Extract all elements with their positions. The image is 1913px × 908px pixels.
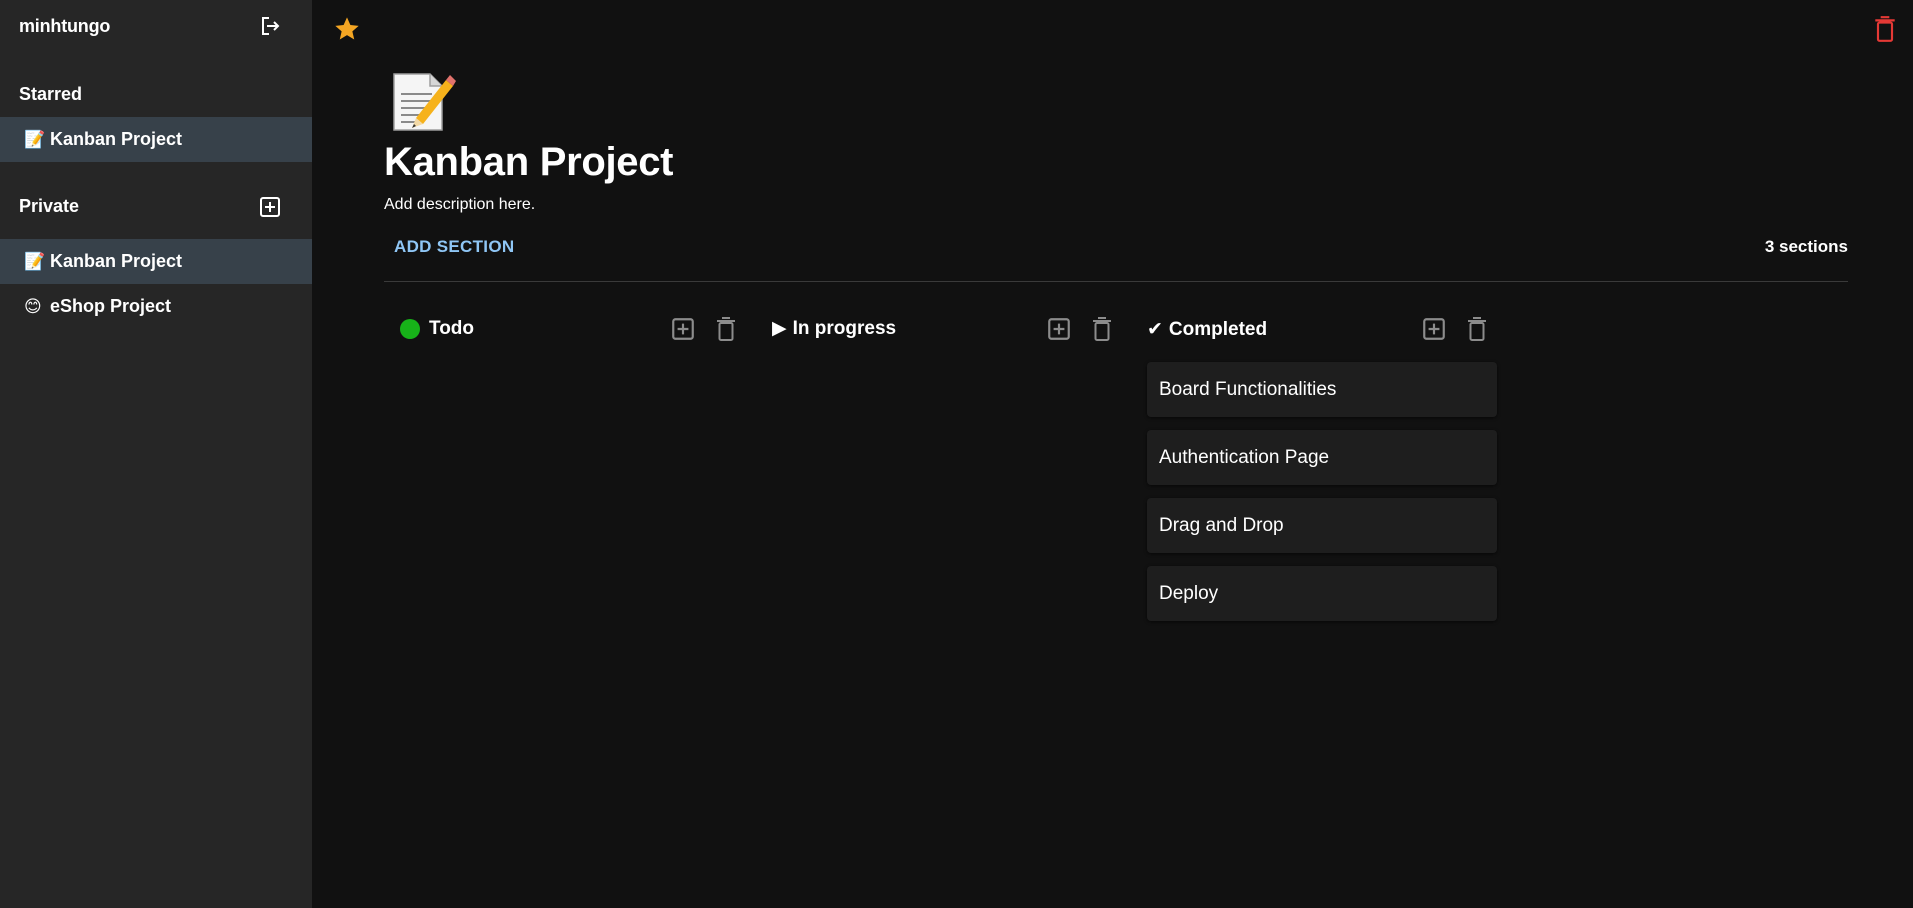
green-dot-icon <box>400 319 420 339</box>
section-title[interactable]: Todo <box>384 318 474 340</box>
board-description[interactable]: Add description here. <box>384 196 535 214</box>
logout-icon[interactable] <box>258 14 282 38</box>
section-header: ▶ In progress <box>772 312 1122 348</box>
task-card[interactable]: Board Functionalities <box>1147 362 1497 417</box>
divider <box>384 281 1848 282</box>
section-completed: ✔ Completed Board Functionalities Authen… <box>1147 312 1497 621</box>
add-page-icon[interactable] <box>258 195 282 219</box>
task-card[interactable]: Authentication Page <box>1147 430 1497 485</box>
section-in-progress: ▶ In progress <box>772 312 1122 348</box>
sidebar-item-label: Kanban Project <box>50 129 183 149</box>
add-task-icon[interactable] <box>1046 316 1072 342</box>
section-title-text: Todo <box>429 318 475 339</box>
section-title-text: Completed <box>1168 318 1268 340</box>
star-icon[interactable] <box>333 15 361 43</box>
sidebar-item-eshop[interactable]: 😊 eShop Project <box>0 284 312 329</box>
add-section-button[interactable]: ADD SECTION <box>384 232 524 262</box>
delete-section-icon[interactable] <box>1465 316 1489 342</box>
board-title[interactable]: Kanban Project <box>384 140 674 185</box>
note-emoji-icon: 📝 <box>24 251 46 272</box>
sidebar: minhtungo Starred 📝 Kanban Project Priva… <box>0 0 312 908</box>
section-header: ✔ Completed <box>1147 312 1497 348</box>
task-card[interactable]: Drag and Drop <box>1147 498 1497 553</box>
section-count: 3 sections <box>1764 237 1848 256</box>
delete-board-icon[interactable] <box>1872 15 1898 43</box>
section-todo: Todo <box>384 312 735 348</box>
private-heading: Private <box>19 196 80 216</box>
sidebar-item-label: Kanban Project <box>50 251 183 271</box>
card-list: Board Functionalities Authentication Pag… <box>1147 362 1497 634</box>
play-icon: ▶ <box>772 318 787 339</box>
sidebar-item-starred-kanban[interactable]: 📝 Kanban Project <box>0 117 312 162</box>
starred-heading: Starred <box>19 84 83 104</box>
user-row: minhtungo <box>0 0 312 54</box>
checkmark-icon: ✔ <box>1147 319 1163 340</box>
add-task-icon[interactable] <box>1421 316 1447 342</box>
section-header: Todo <box>384 312 735 348</box>
board-emoji-icon[interactable] <box>390 68 456 134</box>
app: minhtungo Starred 📝 Kanban Project Priva… <box>0 0 1913 908</box>
section-title[interactable]: ▶ In progress <box>772 317 896 340</box>
sidebar-item-label: eShop Project <box>50 296 172 316</box>
username: minhtungo <box>19 16 111 36</box>
section-title[interactable]: ✔ Completed <box>1147 318 1267 341</box>
add-task-icon[interactable] <box>670 316 696 342</box>
task-card[interactable]: Deploy <box>1147 566 1497 621</box>
delete-section-icon[interactable] <box>1090 316 1114 342</box>
section-title-text: In progress <box>792 317 897 339</box>
delete-section-icon[interactable] <box>714 316 738 342</box>
sidebar-item-kanban[interactable]: 📝 Kanban Project <box>0 239 312 284</box>
smile-emoji-icon: 😊 <box>24 296 42 317</box>
note-emoji-icon: 📝 <box>24 129 46 150</box>
